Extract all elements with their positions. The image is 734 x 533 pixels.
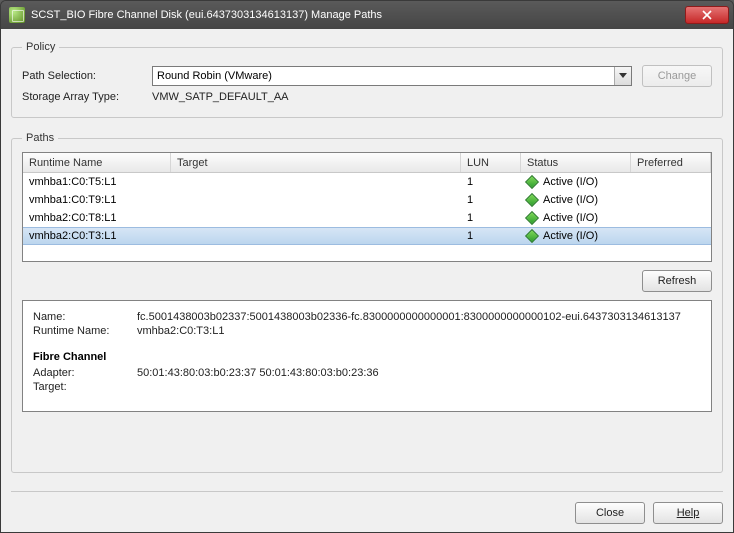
cell-lun: 1 <box>461 212 521 224</box>
cell-lun: 1 <box>461 194 521 206</box>
table-row[interactable]: vmhba1:C0:T9:L1 1Active (I/O) <box>23 191 711 209</box>
path-detail-panel: Name: fc.5001438003b02337:5001438003b023… <box>22 300 712 412</box>
cell-lun: 1 <box>461 176 521 188</box>
status-active-icon <box>525 211 539 225</box>
window-title: SCST_BIO Fibre Channel Disk (eui.6437303… <box>31 9 685 21</box>
paths-table-header: Runtime Name Target LUN Status Preferred <box>23 153 711 173</box>
paths-legend: Paths <box>22 132 58 144</box>
dropdown-arrow[interactable] <box>614 67 631 85</box>
policy-group: Policy Path Selection: Round Robin (VMwa… <box>11 41 723 118</box>
detail-runtime-label: Runtime Name: <box>33 325 137 337</box>
paths-table-body: vmhba1:C0:T5:L11Active (I/O)vmhba1:C0:T9… <box>23 173 711 245</box>
status-active-icon <box>525 193 539 207</box>
col-target[interactable]: Target <box>171 153 461 172</box>
col-runtime-name[interactable]: Runtime Name <box>23 153 171 172</box>
app-icon <box>9 7 25 23</box>
detail-target-label: Target: <box>33 381 137 393</box>
chevron-down-icon <box>619 73 627 79</box>
paths-group: Paths Runtime Name Target LUN Status Pre… <box>11 132 723 473</box>
path-selection-label: Path Selection: <box>22 70 152 82</box>
cell-status: Active (I/O) <box>521 176 631 188</box>
detail-name-value: fc.5001438003b02337:5001438003b02336-fc.… <box>137 311 681 323</box>
col-preferred[interactable]: Preferred <box>631 153 711 172</box>
cell-runtime: vmhba1:C0:T9:L1 <box>23 194 171 206</box>
help-button[interactable]: Help <box>653 502 723 524</box>
detail-section-title: Fibre Channel <box>33 351 701 363</box>
close-icon <box>702 10 712 20</box>
table-row[interactable]: vmhba1:C0:T5:L1 1Active (I/O) <box>23 173 711 191</box>
cell-runtime: vmhba2:C0:T8:L1 <box>23 212 171 224</box>
paths-table: Runtime Name Target LUN Status Preferred… <box>22 152 712 262</box>
detail-adapter-value: 50:01:43:80:03:b0:23:37 50:01:43:80:03:b… <box>137 367 379 379</box>
status-active-icon <box>525 175 539 189</box>
storage-array-type-value: VMW_SATP_DEFAULT_AA <box>152 91 289 103</box>
dialog-footer: Close Help <box>11 492 723 524</box>
cell-status: Active (I/O) <box>521 194 631 206</box>
manage-paths-window: SCST_BIO Fibre Channel Disk (eui.6437303… <box>0 0 734 533</box>
cell-runtime: vmhba2:C0:T3:L1 <box>23 230 171 242</box>
cell-runtime: vmhba1:C0:T5:L1 <box>23 176 171 188</box>
col-lun[interactable]: LUN <box>461 153 521 172</box>
cell-status: Active (I/O) <box>521 230 631 242</box>
titlebar[interactable]: SCST_BIO Fibre Channel Disk (eui.6437303… <box>1 1 733 29</box>
refresh-button[interactable]: Refresh <box>642 270 712 292</box>
window-content: Policy Path Selection: Round Robin (VMwa… <box>1 29 733 533</box>
close-window-button[interactable] <box>685 6 729 24</box>
detail-adapter-label: Adapter: <box>33 367 137 379</box>
path-selection-dropdown[interactable]: Round Robin (VMware) <box>152 66 632 86</box>
cell-lun: 1 <box>461 230 521 242</box>
detail-runtime-value: vmhba2:C0:T3:L1 <box>137 325 224 337</box>
policy-legend: Policy <box>22 41 59 53</box>
cell-status: Active (I/O) <box>521 212 631 224</box>
detail-name-label: Name: <box>33 311 137 323</box>
status-active-icon <box>525 229 539 243</box>
table-row[interactable]: vmhba2:C0:T3:L1 1Active (I/O) <box>23 227 711 245</box>
col-status[interactable]: Status <box>521 153 631 172</box>
storage-array-type-label: Storage Array Type: <box>22 91 152 103</box>
change-button: Change <box>642 65 712 87</box>
close-button[interactable]: Close <box>575 502 645 524</box>
path-selection-value: Round Robin (VMware) <box>157 70 272 82</box>
table-row[interactable]: vmhba2:C0:T8:L1 1Active (I/O) <box>23 209 711 227</box>
